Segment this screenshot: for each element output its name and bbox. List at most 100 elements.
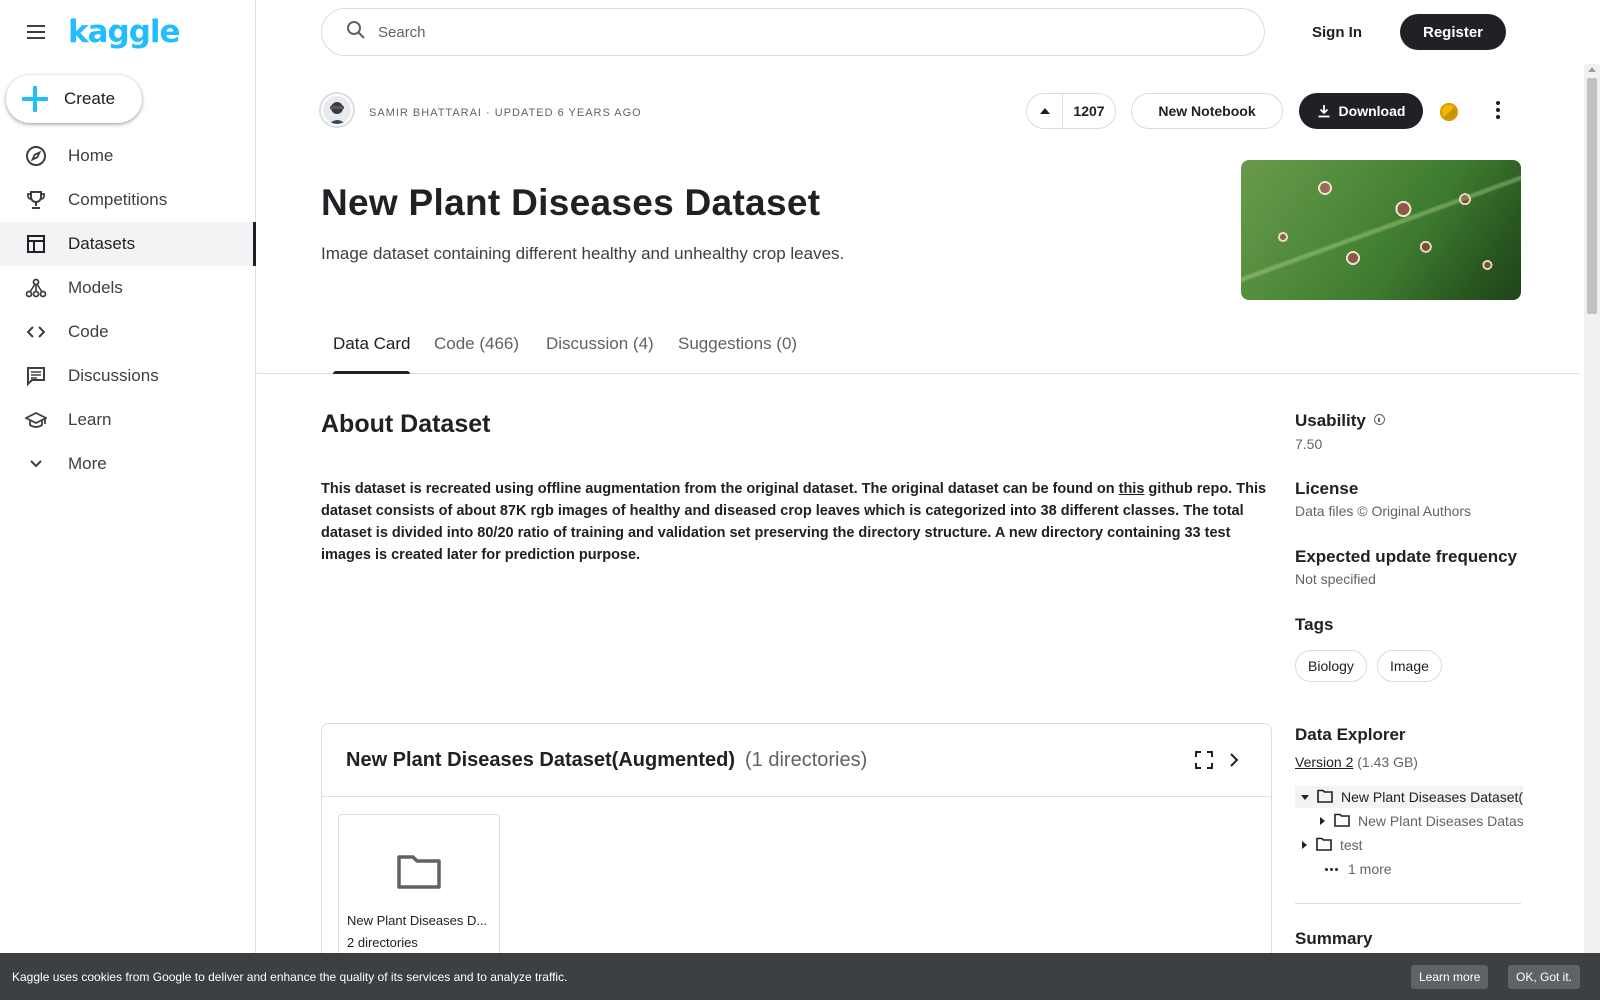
tab-suggestions[interactable]: Suggestions (0) — [678, 334, 797, 374]
kaggle-logo[interactable]: kaggle — [68, 14, 181, 50]
folder-icon — [1316, 837, 1332, 854]
github-repo-link[interactable]: this — [1119, 481, 1145, 497]
frequency-heading: Expected update frequency — [1295, 547, 1518, 566]
caret-right-icon[interactable] — [1320, 817, 1325, 825]
tab-data-card[interactable]: Data Card — [333, 334, 411, 374]
sidebar-item-label: Home — [68, 146, 114, 165]
sidebar-item-datasets[interactable]: Datasets — [0, 222, 256, 266]
explorer-count: (1 directories) — [745, 748, 868, 771]
hamburger-menu-icon[interactable] — [24, 20, 48, 44]
license-value: Data files © Original Authors — [1295, 503, 1472, 519]
page-subtitle: Image dataset containing different healt… — [321, 244, 845, 263]
folder-icon — [397, 853, 441, 894]
more-options-icon[interactable] — [1486, 98, 1510, 122]
page-title: New Plant Diseases Dataset — [321, 182, 821, 223]
new-notebook-button[interactable]: New Notebook — [1131, 93, 1283, 129]
search-icon — [346, 20, 366, 45]
tree-item[interactable]: test — [1295, 834, 1523, 856]
upvote-count: 1207 — [1073, 103, 1105, 119]
author-avatar[interactable] — [321, 94, 353, 126]
comments-icon — [24, 364, 48, 388]
learn-more-button[interactable]: Learn more — [1411, 965, 1489, 989]
folder-icon — [1317, 789, 1333, 806]
scrollbar-thumb[interactable] — [1587, 78, 1597, 314]
sidebar-item-label: Discussions — [68, 366, 159, 385]
sidebar-item-discussions[interactable]: Discussions — [0, 354, 256, 398]
register-button[interactable]: Register — [1400, 14, 1506, 50]
upvote-button[interactable] — [1027, 94, 1063, 128]
tree-item-label: New Plant Diseases Dataset(Augmented) — [1341, 789, 1523, 805]
about-text-start: This dataset is recreated using offline … — [321, 481, 1119, 497]
about-description: This dataset is recreated using offline … — [321, 478, 1276, 566]
version-size: (1.43 GB) — [1357, 754, 1418, 770]
sign-in-button[interactable]: Sign In — [1300, 14, 1374, 50]
sidebar-item-label: Code — [68, 322, 109, 341]
license-heading: License — [1295, 479, 1359, 498]
sidebar-item-label: Datasets — [68, 234, 136, 253]
fullscreen-icon[interactable] — [1195, 751, 1213, 769]
tree-item[interactable]: New Plant Diseases Dataset(Augmented) — [1295, 786, 1523, 808]
folder-name: New Plant Diseases D... — [347, 913, 488, 928]
sidebar-top: kaggle — [0, 0, 255, 64]
frequency-value: Not specified — [1295, 571, 1376, 587]
chevron-right-icon[interactable] — [1225, 751, 1243, 769]
sidebar-item-label: More — [68, 454, 107, 473]
school-icon — [24, 408, 48, 432]
tab-bar: Data Card Code (466) Discussion (4) Sugg… — [257, 322, 1579, 374]
models-icon — [24, 276, 48, 300]
tags-heading: Tags — [1295, 615, 1334, 634]
author-meta: Samir Bhattarai · Updated 6 years ago — [369, 107, 642, 119]
ok-got-it-button[interactable]: OK, Got it. — [1508, 965, 1581, 989]
sidebar-item-home[interactable]: Home — [0, 134, 256, 178]
tree-more[interactable]: 1 more — [1295, 858, 1523, 880]
search-bar[interactable] — [321, 8, 1265, 56]
cookie-banner: Kaggle uses cookies from Google to deliv… — [0, 953, 1600, 1000]
download-icon — [1318, 105, 1330, 118]
usability-value: 7.50 — [1295, 436, 1323, 452]
tree-more-label: 1 more — [1348, 861, 1392, 877]
sidebar-item-label: Models — [68, 278, 123, 297]
create-label: Create — [64, 89, 116, 108]
scrollbar[interactable] — [1584, 64, 1600, 954]
explorer-header: New Plant Diseases Dataset(Augmented) (1… — [322, 724, 1271, 797]
tab-code[interactable]: Code (466) — [434, 334, 519, 374]
sidebar-item-learn[interactable]: Learn — [0, 398, 256, 442]
dataset-cover-image — [1241, 160, 1521, 300]
explorer-title: New Plant Diseases Dataset(Augmented) — [346, 748, 736, 771]
search-input[interactable] — [378, 23, 1178, 41]
tree-item[interactable]: New Plant Diseases Dataset(Augmented) — [1313, 810, 1523, 832]
folder-card[interactable]: New Plant Diseases D... 2 directories — [338, 814, 500, 974]
about-heading: About Dataset — [321, 410, 491, 438]
plus-icon — [22, 86, 48, 112]
tab-discussion[interactable]: Discussion (4) — [546, 334, 654, 374]
compass-icon — [24, 144, 48, 168]
trophy-icon — [24, 188, 48, 212]
version-info: Version 2 (1.43 GB) — [1295, 754, 1418, 770]
sidebar-nav: Home Competitions Datasets Models Code D… — [0, 134, 256, 486]
code-icon — [24, 320, 48, 344]
usability-label: Usability — [1295, 411, 1366, 430]
tree-item-label: New Plant Diseases Dataset(Augmented) — [1358, 813, 1523, 829]
tag-chip[interactable]: Biology — [1295, 650, 1367, 682]
usability-heading: Usability — [1295, 411, 1385, 431]
version-link[interactable]: Version 2 — [1295, 754, 1353, 770]
divider — [1295, 903, 1521, 904]
sidebar-item-competitions[interactable]: Competitions — [0, 178, 256, 222]
medal-icon — [1440, 103, 1458, 121]
caret-right-icon[interactable] — [1302, 841, 1307, 849]
sidebar-item-more[interactable]: More — [0, 442, 256, 486]
tag-chip[interactable]: Image — [1377, 650, 1442, 682]
download-button[interactable]: Download — [1299, 93, 1423, 129]
info-icon[interactable] — [1373, 414, 1385, 425]
caret-down-icon[interactable] — [1301, 794, 1309, 800]
sidebar-item-code[interactable]: Code — [0, 310, 256, 354]
create-button[interactable]: Create — [6, 75, 142, 123]
data-explorer-heading: Data Explorer — [1295, 725, 1406, 744]
download-label: Download — [1338, 103, 1406, 119]
upvote-widget: 1207 — [1026, 93, 1116, 129]
folder-icon — [1334, 813, 1350, 830]
sidebar-item-models[interactable]: Models — [0, 266, 256, 310]
tree-item-label: test — [1340, 837, 1363, 853]
scroll-up-icon[interactable] — [1588, 67, 1596, 72]
arrow-up-icon — [1039, 108, 1050, 114]
